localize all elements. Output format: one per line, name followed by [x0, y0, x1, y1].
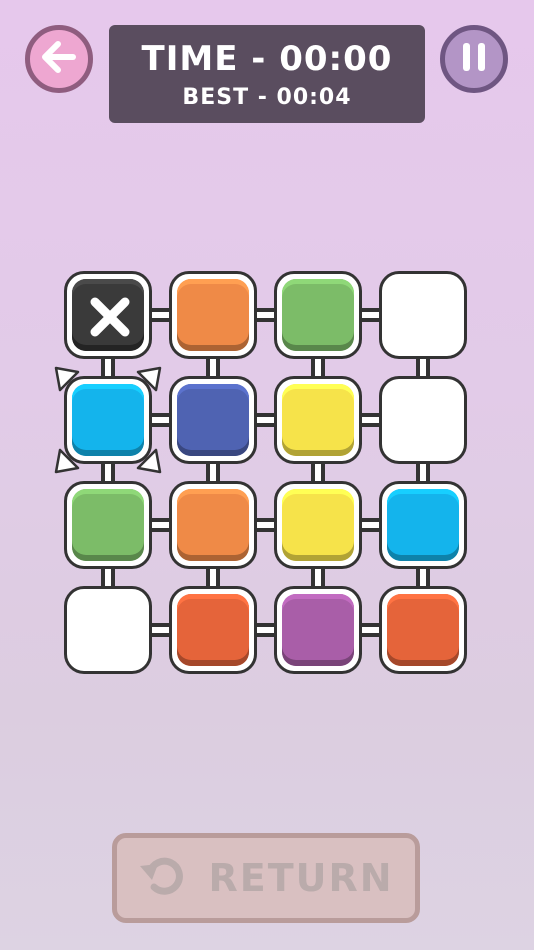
close-icon [87, 294, 133, 344]
tile-r1-c3[interactable] [274, 271, 362, 359]
color-block [387, 489, 459, 561]
color-block [72, 489, 144, 561]
tile-r2-c2[interactable] [169, 376, 257, 464]
tile-r3-c2[interactable] [169, 481, 257, 569]
tile-r2-c3[interactable] [274, 376, 362, 464]
puzzle-board [0, 0, 534, 700]
color-block [177, 279, 249, 351]
tile-r4-c4[interactable] [379, 586, 467, 674]
tile-r4-c3[interactable] [274, 586, 362, 674]
empty-cell [387, 279, 459, 351]
rotate-ccw-icon [138, 850, 190, 906]
tile-r1-c1[interactable] [64, 271, 152, 359]
color-block [177, 384, 249, 456]
tile-r4-c2[interactable] [169, 586, 257, 674]
tile-r3-c4[interactable] [379, 481, 467, 569]
color-block [282, 594, 354, 666]
color-block [177, 489, 249, 561]
tile-r1-c4[interactable] [379, 271, 467, 359]
color-block [282, 279, 354, 351]
blocked-cell [72, 279, 144, 351]
color-block [282, 384, 354, 456]
tile-r4-c1[interactable] [64, 586, 152, 674]
tile-r2-c4[interactable] [379, 376, 467, 464]
return-label: RETURN [208, 856, 394, 900]
color-block [177, 594, 249, 666]
tile-r3-c1[interactable] [64, 481, 152, 569]
empty-cell [72, 594, 144, 666]
color-block [387, 594, 459, 666]
tile-r1-c2[interactable] [169, 271, 257, 359]
selection-cursor [54, 366, 162, 474]
empty-cell [387, 384, 459, 456]
color-block [282, 489, 354, 561]
tile-r3-c3[interactable] [274, 481, 362, 569]
return-button[interactable]: RETURN [112, 833, 420, 923]
